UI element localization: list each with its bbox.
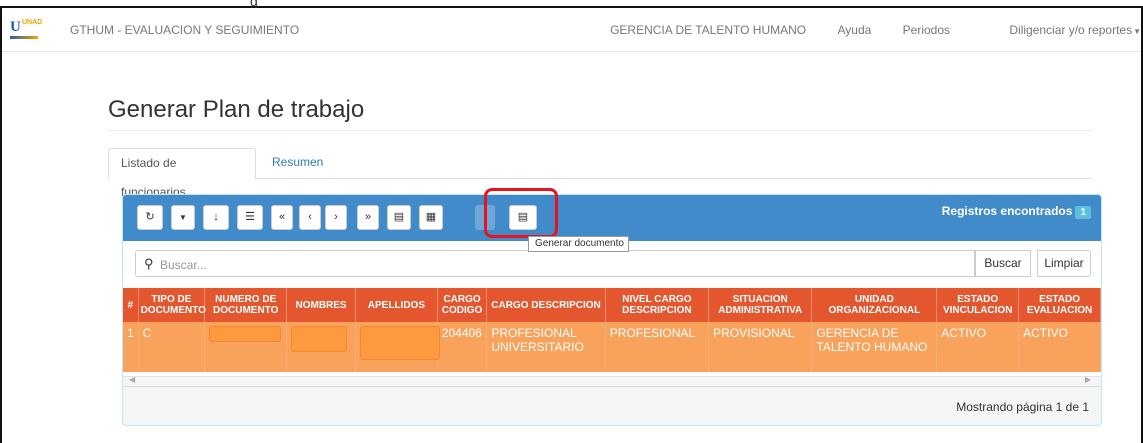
logo-text: UNAD bbox=[22, 19, 43, 26]
nav-dropdown-diligenciar[interactable]: Diligenciar y/o reportes▼ bbox=[981, 23, 1141, 37]
first-page-icon: « bbox=[278, 211, 286, 223]
pdf-export-button[interactable]: ▤ bbox=[387, 205, 411, 230]
prev-page-button[interactable]: ‹ bbox=[299, 205, 321, 230]
header-nivel-cargo[interactable]: NIVEL CARGO DESCRIPCION bbox=[605, 288, 710, 322]
nav-links: GERENCIA DE TALENTO HUMANO Ayuda Periodo… bbox=[582, 23, 1141, 37]
pdf-export-icon: ▤ bbox=[393, 211, 405, 223]
columns-button[interactable]: ☰ bbox=[237, 205, 263, 230]
buscar-button[interactable]: Buscar bbox=[975, 250, 1031, 277]
last-page-icon: » bbox=[364, 211, 372, 223]
table-row[interactable]: 1 C 204406 PROFESIONAL UNIVERSITARIO PRO… bbox=[123, 322, 1101, 372]
header-apellidos[interactable]: APELLIDOS bbox=[355, 288, 438, 322]
sort-button[interactable]: ↓ bbox=[203, 205, 229, 230]
cell-unidad: GERENCIA DE TALENTO HUMANO bbox=[811, 322, 938, 372]
logo-underline bbox=[10, 36, 38, 39]
refresh-icon: ↻ bbox=[145, 211, 155, 223]
funcionarios-panel: ↻ ▼ ↓ ☰ « ‹ › » ▤ ▦ ▤ ▤ Registros encont… bbox=[122, 194, 1102, 426]
cell-numero-redacted bbox=[204, 322, 288, 372]
tab-bar: Listado de funcionarios Resumen bbox=[108, 148, 1092, 199]
cell-vinculacion: ACTIVO bbox=[936, 322, 1020, 372]
cell-situacion: PROVISIONAL bbox=[708, 322, 813, 372]
records-found: Registros encontrados 1 bbox=[942, 204, 1091, 219]
page-title: Generar Plan de trabajo bbox=[108, 96, 365, 123]
app-title[interactable]: GTHUM - EVALUACION Y SEGUIMIENTO bbox=[70, 23, 299, 37]
prev-page-icon: ‹ bbox=[308, 211, 312, 223]
nav-link-gerencia[interactable]: GERENCIA DE TALENTO HUMANO bbox=[610, 23, 806, 37]
header-unidad[interactable]: UNIDAD ORGANIZACIONAL bbox=[811, 288, 938, 322]
cell-cargo-codigo: 204406 bbox=[437, 322, 488, 372]
next-page-button[interactable]: › bbox=[325, 205, 347, 230]
cell-tipo: C bbox=[138, 322, 206, 372]
header-num[interactable]: # bbox=[123, 288, 139, 322]
cell-apellidos-redacted bbox=[355, 322, 440, 372]
first-page-button[interactable]: « bbox=[271, 205, 293, 230]
records-found-label: Registros encontrados bbox=[941, 204, 1073, 218]
top-navbar: U UNAD GTHUM - EVALUACION Y SEGUIMIENTO … bbox=[2, 8, 1141, 52]
header-cargo-codigo[interactable]: CARGO CODIGO bbox=[437, 288, 488, 322]
scroll-right-icon[interactable]: ▶ bbox=[1085, 375, 1091, 384]
limpiar-button[interactable]: Limpiar bbox=[1037, 250, 1091, 277]
records-count-badge: 1 bbox=[1075, 206, 1091, 219]
pagination-info: Mostrando página 1 de 1 bbox=[956, 400, 1089, 414]
panel-toolbar: ↻ ▼ ↓ ☰ « ‹ › » ▤ ▦ ▤ ▤ Registros encont… bbox=[123, 195, 1101, 241]
panel-footer: Mostrando página 1 de 1 bbox=[123, 386, 1101, 425]
refresh-button[interactable]: ↻ bbox=[137, 205, 163, 230]
logo-letter: U bbox=[10, 19, 21, 35]
highlight-box bbox=[484, 188, 558, 238]
tooltip: Generar documento bbox=[528, 236, 629, 252]
redaction-mark bbox=[291, 326, 348, 352]
search-icon: ⚲ bbox=[144, 256, 154, 271]
header-estado-evaluacion[interactable]: ESTADO EVALUACION bbox=[1018, 288, 1101, 322]
filter-button[interactable]: ▼ bbox=[171, 205, 195, 230]
results-table-wrap: # TIPO DE DOCUMENTO NUMERO DE DOCUMENTO … bbox=[123, 288, 1101, 384]
header-situacion[interactable]: SITUACION ADMINISTRATIVA bbox=[708, 288, 813, 322]
results-table: # TIPO DE DOCUMENTO NUMERO DE DOCUMENTO … bbox=[123, 288, 1101, 372]
unad-logo[interactable]: U UNAD bbox=[10, 18, 44, 44]
excel-export-icon: ▦ bbox=[425, 211, 437, 223]
excel-export-button[interactable]: ▦ bbox=[419, 205, 443, 230]
caret-down-icon: ▼ bbox=[1133, 27, 1141, 36]
list-icon: ☰ bbox=[245, 211, 255, 223]
horizontal-scrollbar[interactable]: ◀ ▶ bbox=[123, 375, 1101, 386]
nav-dropdown-label: Diligenciar y/o reportes bbox=[1009, 23, 1133, 37]
cell-nombres-redacted bbox=[286, 322, 356, 372]
search-bar: ⚲ Buscar... Buscar Limpiar bbox=[135, 250, 1091, 277]
cell-num: 1 bbox=[123, 322, 139, 372]
nav-link-periodos[interactable]: Periodos bbox=[903, 23, 950, 37]
title-divider bbox=[108, 130, 1092, 131]
tab-resumen[interactable]: Resumen bbox=[260, 148, 335, 179]
header-nombres[interactable]: NOMBRES bbox=[286, 288, 356, 322]
header-numero-documento[interactable]: NUMERO DE DOCUMENTO bbox=[204, 288, 288, 322]
next-page-icon: › bbox=[334, 211, 338, 223]
cell-nivel: PROFESIONAL bbox=[605, 322, 710, 372]
header-estado-vinculacion[interactable]: ESTADO VINCULACION bbox=[936, 288, 1020, 322]
tab-listado-funcionarios[interactable]: Listado de funcionarios bbox=[108, 148, 256, 199]
header-tipo-documento[interactable]: TIPO DE DOCUMENTO bbox=[138, 288, 206, 322]
cell-cargo-descripcion: PROFESIONAL UNIVERSITARIO bbox=[486, 322, 606, 372]
search-placeholder: Buscar... bbox=[160, 258, 207, 272]
redaction-mark bbox=[360, 326, 440, 360]
last-page-button[interactable]: » bbox=[357, 205, 379, 230]
cell-evaluacion: ACTIVO bbox=[1018, 322, 1101, 372]
table-header-row: # TIPO DE DOCUMENTO NUMERO DE DOCUMENTO … bbox=[123, 288, 1101, 322]
header-cargo-descripcion[interactable]: CARGO DESCRIPCION bbox=[486, 288, 606, 322]
nav-link-ayuda[interactable]: Ayuda bbox=[837, 23, 871, 37]
filter-icon: ▼ bbox=[179, 213, 187, 222]
scroll-left-icon[interactable]: ◀ bbox=[129, 375, 135, 384]
search-input[interactable]: ⚲ Buscar... bbox=[135, 250, 975, 277]
sort-icon: ↓ bbox=[213, 211, 219, 223]
redaction-mark bbox=[209, 326, 282, 342]
